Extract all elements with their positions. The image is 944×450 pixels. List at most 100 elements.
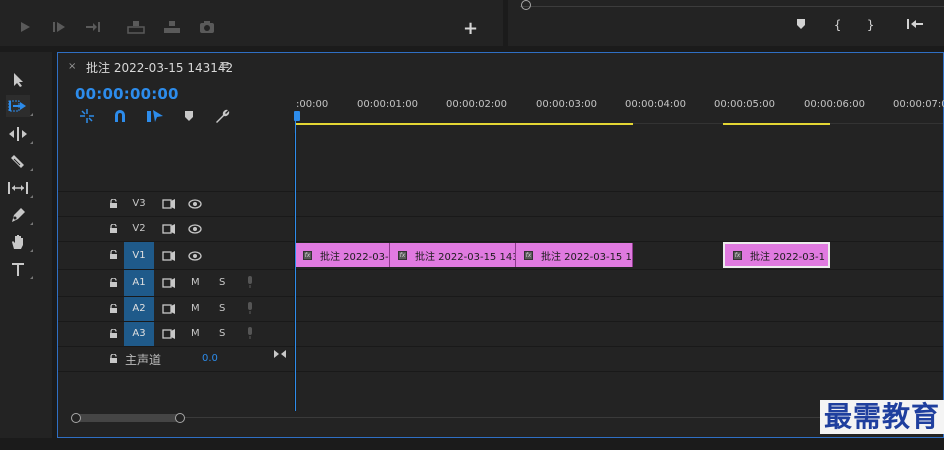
mark-out-button[interactable]: } <box>867 18 874 32</box>
fx-badge-icon: fx <box>733 250 742 260</box>
track-header-v1: V1 <box>58 242 294 269</box>
track-label-a1[interactable]: A1 <box>124 270 154 296</box>
zoom-handle-right[interactable] <box>175 413 185 423</box>
ruler-label: 00:00:07:0 <box>893 99 944 110</box>
video-clip-selected[interactable]: fx 批注 2022-03-1 <box>723 242 830 268</box>
add-marker-icon[interactable] <box>795 18 807 33</box>
add-marker-icon[interactable] <box>180 107 198 125</box>
fx-badge-icon: fx <box>524 250 533 260</box>
ripple-edit-tool-icon[interactable] <box>6 123 33 145</box>
fx-badge-icon: fx <box>303 250 312 260</box>
mute-button[interactable]: M <box>191 277 200 288</box>
sync-lock-icon[interactable] <box>162 328 176 340</box>
track-header-a1: A1 M S <box>58 270 294 296</box>
tools-panel <box>0 52 52 438</box>
export-frame-icon[interactable] <box>198 18 216 36</box>
clip-label: 批注 2022-03-15 143 <box>415 251 516 263</box>
track-label-a3[interactable]: A3 <box>124 322 154 346</box>
go-to-out-icon[interactable] <box>84 18 102 36</box>
timeline-panel: × 批注 2022-03-15 143142 ≡ 00:00:00:00 :00… <box>57 52 944 438</box>
ruler-label: 00:00:06:00 <box>804 99 866 110</box>
extract-icon[interactable] <box>163 18 181 36</box>
track-label-v3[interactable]: V3 <box>124 192 154 216</box>
track-select-tool-icon[interactable] <box>6 95 33 117</box>
eye-icon[interactable] <box>188 198 202 210</box>
mark-in-button[interactable]: { <box>834 18 841 32</box>
razor-tool-icon[interactable] <box>6 150 33 172</box>
ruler-label: :00:00 <box>296 99 329 110</box>
mute-button[interactable]: M <box>191 303 200 314</box>
sync-lock-icon[interactable] <box>162 198 176 210</box>
lock-icon[interactable] <box>109 278 118 287</box>
linked-selection-icon[interactable] <box>146 107 164 125</box>
slip-tool-icon[interactable] <box>6 177 33 199</box>
watermark: 最需教育 <box>820 400 944 434</box>
microphone-icon[interactable] <box>243 327 257 339</box>
lock-icon[interactable] <box>109 250 118 259</box>
video-clip[interactable]: fx 批注 2022-03- <box>295 243 390 267</box>
master-volume-value[interactable]: 0.0 <box>202 353 218 364</box>
horizontal-scroll-thumb[interactable] <box>76 414 180 422</box>
video-clip[interactable]: fx 批注 2022-03-15 143 <box>390 243 516 267</box>
add-button[interactable]: + <box>463 20 478 38</box>
playhead-handle[interactable] <box>294 111 300 121</box>
snap-icon[interactable] <box>111 107 129 125</box>
lock-icon[interactable] <box>109 304 118 313</box>
wrench-icon[interactable] <box>213 107 231 125</box>
work-area-bar[interactable] <box>295 123 633 125</box>
ruler-label: 00:00:03:00 <box>536 99 598 110</box>
type-tool-icon[interactable] <box>6 258 33 280</box>
track-label-v2[interactable]: V2 <box>124 217 154 241</box>
program-controls-panel: + <box>0 0 503 46</box>
video-clip[interactable]: fx 批注 2022-03-15 14 <box>516 243 633 267</box>
hand-tool-icon[interactable] <box>6 231 33 253</box>
sequence-tab-title[interactable]: 批注 2022-03-15 143142 <box>86 59 233 76</box>
step-forward-icon[interactable] <box>50 18 68 36</box>
track-label-a2[interactable]: A2 <box>124 297 154 321</box>
solo-button[interactable]: S <box>219 277 225 288</box>
horizontal-scroll-track[interactable] <box>72 417 936 418</box>
sync-lock-icon[interactable] <box>162 277 176 289</box>
track-label-v1[interactable]: V1 <box>124 242 154 269</box>
go-to-in-button[interactable] <box>906 18 924 33</box>
track-header-master: 主声道 0.0 <box>58 347 294 371</box>
clip-label: 批注 2022-03- <box>320 251 389 263</box>
lock-icon[interactable] <box>109 354 118 363</box>
lock-icon[interactable] <box>109 329 118 338</box>
lift-icon[interactable] <box>127 18 145 36</box>
microphone-icon[interactable] <box>243 276 257 288</box>
ruler-label: 00:00:01:00 <box>357 99 419 110</box>
zoom-handle-left[interactable] <box>71 413 81 423</box>
work-area-bar[interactable] <box>723 123 830 125</box>
lock-icon[interactable] <box>109 199 118 208</box>
play-icon[interactable] <box>16 18 34 36</box>
selection-tool-icon[interactable] <box>6 69 30 91</box>
eye-icon[interactable] <box>188 223 202 235</box>
go-to-end-icon[interactable] <box>273 348 287 360</box>
master-track-label: 主声道 <box>125 353 162 367</box>
eye-icon[interactable] <box>188 250 202 262</box>
track-header-v2: V2 <box>58 217 294 241</box>
solo-button[interactable]: S <box>219 303 225 314</box>
sync-lock-icon[interactable] <box>162 303 176 315</box>
playhead-timecode[interactable]: 00:00:00:00 <box>75 85 179 103</box>
microphone-icon[interactable] <box>243 302 257 314</box>
nest-sequence-icon[interactable] <box>78 107 96 125</box>
source-scrub-handle[interactable] <box>521 0 531 10</box>
track-header-a2: A2 M S <box>58 297 294 321</box>
track-header-a3: A3 M S <box>58 322 294 346</box>
sync-lock-icon[interactable] <box>162 223 176 235</box>
ruler-label: 00:00:02:00 <box>446 99 508 110</box>
clip-label: 批注 2022-03-1 <box>750 251 825 263</box>
panel-menu-button[interactable]: ≡ <box>219 58 230 73</box>
close-tab-button[interactable]: × <box>68 61 76 72</box>
solo-button[interactable]: S <box>219 328 225 339</box>
pen-tool-icon[interactable] <box>6 204 33 226</box>
source-scrub-track[interactable] <box>520 6 944 7</box>
lock-icon[interactable] <box>109 224 118 233</box>
sync-lock-icon[interactable] <box>162 250 176 262</box>
clip-label: 批注 2022-03-15 14 <box>541 251 633 263</box>
track-separator <box>58 371 943 372</box>
track-header-v3: V3 <box>58 192 294 216</box>
mute-button[interactable]: M <box>191 328 200 339</box>
